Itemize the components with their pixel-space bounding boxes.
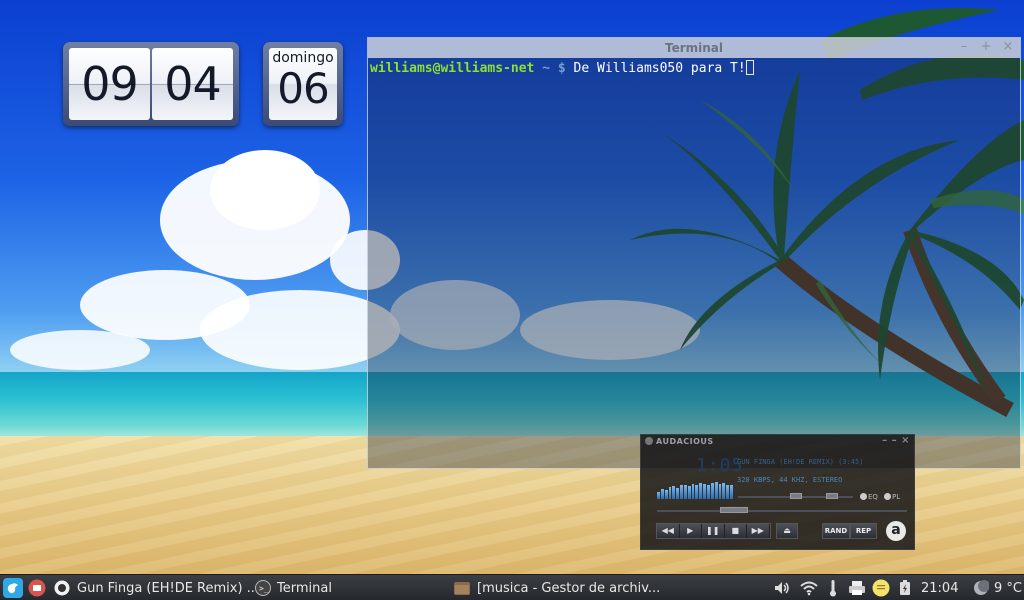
- eq-label: EQ: [868, 493, 878, 501]
- date-card: domingo 06: [269, 48, 337, 120]
- previous-icon[interactable]: ◀◀: [657, 524, 680, 538]
- terminal-output[interactable]: williams@williams-net ~ $ De Williams050…: [368, 58, 1020, 79]
- volume-knob[interactable]: [790, 493, 802, 499]
- balance-knob[interactable]: [826, 493, 838, 499]
- close-icon[interactable]: ×: [901, 435, 910, 446]
- weather-moon-icon: [974, 580, 989, 595]
- prompt-path: ~ $: [534, 61, 574, 76]
- date-widget: domingo 06: [263, 42, 343, 126]
- visualizer-bar: [676, 488, 680, 499]
- date-day: 06: [277, 64, 329, 113]
- flip-clock-widget: 09 04: [63, 42, 239, 126]
- task-label: Terminal: [277, 580, 332, 596]
- printer-icon[interactable]: [848, 575, 866, 600]
- terminal-title: Terminal: [664, 41, 724, 55]
- maximize-icon[interactable]: +: [980, 39, 992, 54]
- visualizer-bar: [722, 483, 726, 499]
- seek-knob[interactable]: [720, 507, 748, 513]
- visualizer-bar: [657, 492, 660, 499]
- visualizer-bar: [703, 484, 706, 499]
- audacious-title: AUDACIOUS: [656, 437, 714, 446]
- eject-icon[interactable]: ⏏: [776, 523, 798, 539]
- task-file-manager[interactable]: [musica - Gestor de archiv...: [454, 575, 660, 600]
- shuffle-button[interactable]: RAND: [822, 523, 850, 539]
- folder-icon: [454, 582, 470, 595]
- close-icon[interactable]: ×: [1002, 39, 1014, 54]
- audacious-menu-icon[interactable]: a: [886, 521, 906, 541]
- clock-minutes: 04: [152, 48, 233, 120]
- visualizer-bar: [664, 490, 668, 499]
- menu-icon: [3, 578, 23, 598]
- thermometer-icon[interactable]: [828, 575, 838, 600]
- visualizer-bar: [680, 485, 683, 499]
- minimize-icon[interactable]: –: [958, 39, 970, 54]
- task-audacious[interactable]: Gun Finga (EH!DE Remix) ...: [54, 575, 259, 600]
- shade-icon[interactable]: –: [892, 435, 898, 446]
- terminal-app-icon: >_: [255, 580, 271, 596]
- audacious-window-controls: – – ×: [882, 435, 910, 446]
- audacious-app-icon: [54, 580, 70, 596]
- prompt-user: williams@williams-net: [370, 61, 535, 76]
- minimize-icon[interactable]: –: [882, 435, 888, 446]
- temperature: 9 °C: [994, 580, 1022, 596]
- wifi-icon[interactable]: [800, 575, 818, 600]
- visualizer-bar: [660, 489, 664, 499]
- visualizer-bar: [718, 484, 722, 499]
- visualizer-bar: [726, 485, 730, 499]
- terminal-titlebar[interactable]: Terminal – + ×: [368, 38, 1020, 58]
- pause-icon[interactable]: ❚❚: [702, 524, 725, 538]
- next-icon[interactable]: ▶▶: [747, 524, 770, 538]
- play-icon[interactable]: ▶: [679, 524, 702, 538]
- taskbar: Gun Finga (EH!DE Remix) ... >_ Terminal …: [0, 574, 1024, 600]
- visualizer-bar: [706, 485, 710, 499]
- pl-label: PL: [892, 493, 901, 501]
- visualizer-bar: [691, 484, 695, 499]
- task-label: Gun Finga (EH!DE Remix) ...: [77, 580, 260, 596]
- clock-time[interactable]: 21:04: [921, 575, 958, 600]
- visualizer: [657, 481, 733, 499]
- clock-hours: 09: [69, 48, 150, 120]
- taskbar-time: 21:04: [921, 580, 959, 596]
- visualizer-bar: [672, 486, 676, 499]
- text-cursor: [745, 60, 754, 75]
- seek-bar[interactable]: [657, 510, 907, 512]
- audacious-titlebar[interactable]: AUDACIOUS – – ×: [641, 435, 914, 449]
- window-controls: – + ×: [958, 39, 1014, 54]
- visualizer-bar: [687, 486, 691, 499]
- visualizer-bar: [668, 487, 672, 499]
- visualizer-bar: [730, 485, 733, 499]
- volume-icon[interactable]: [773, 575, 791, 600]
- weather-widget[interactable]: 9 °C: [973, 575, 1022, 600]
- visualizer-bar: [714, 482, 718, 499]
- visualizer-bar: [710, 483, 714, 499]
- start-menu-button[interactable]: [3, 575, 23, 600]
- visualizer-bar: [699, 483, 703, 499]
- pl-toggle[interactable]: PL: [884, 493, 900, 501]
- audacious-logo-icon: [645, 437, 653, 445]
- visualizer-bar: [683, 485, 687, 499]
- command-text: De Williams050 para T!: [573, 61, 746, 76]
- stream-info: 320 KBPS, 44 KHZ, ESTEREO: [737, 476, 843, 484]
- stop-icon[interactable]: ■: [724, 524, 747, 538]
- task-terminal[interactable]: >_ Terminal: [255, 575, 332, 600]
- task-label: [musica - Gestor de archiv...: [477, 580, 661, 596]
- launcher-button[interactable]: [28, 575, 46, 600]
- song-title: GUN FINGA (EH!DE REMIX) (3:45): [737, 458, 864, 466]
- app-launcher-icon: [28, 579, 46, 597]
- visualizer-bar: [695, 485, 699, 499]
- playback-controls: ◀◀ ▶ ❚❚ ■ ▶▶: [656, 523, 771, 539]
- battery-icon[interactable]: [899, 575, 911, 600]
- notes-icon[interactable]: [872, 575, 890, 600]
- repeat-button[interactable]: REP: [850, 523, 877, 539]
- eq-toggle[interactable]: EQ: [860, 493, 878, 501]
- svg-text:>_: >_: [259, 584, 269, 593]
- terminal-window[interactable]: Terminal – + × williams@williams-net ~ $…: [367, 37, 1021, 469]
